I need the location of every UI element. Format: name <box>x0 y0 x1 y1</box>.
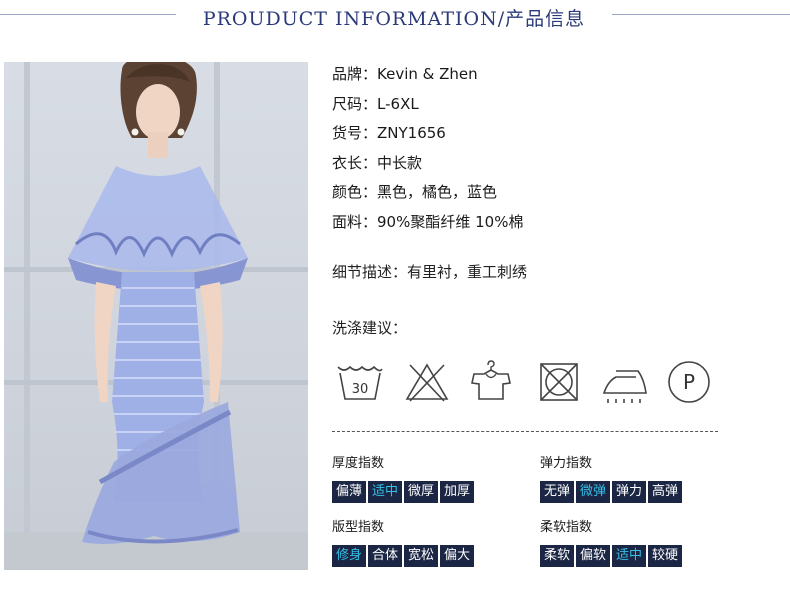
index-option: 加厚 <box>440 481 475 503</box>
info-row-color: 颜色：黑色，橘色，蓝色 <box>332 182 523 212</box>
divider-dashed <box>332 431 718 432</box>
info-label: 衣长： <box>332 153 378 172</box>
fit-index: 版型指数 修身 合体 宽松 偏大 <box>332 520 475 567</box>
care-title: 洗涤建议： <box>332 319 408 337</box>
product-photo <box>4 62 308 570</box>
index-option: 合体 <box>368 545 403 567</box>
info-row-brand: 品牌：Kevin & Zhen <box>332 64 523 94</box>
index-option: 较硬 <box>648 545 683 567</box>
index-label: 柔软指数 <box>540 520 593 535</box>
index-options: 偏薄 适中 微厚 加厚 <box>332 481 475 503</box>
info-label: 面料： <box>332 212 378 231</box>
index-option: 弹力 <box>612 481 647 503</box>
index-label: 版型指数 <box>332 520 385 535</box>
wash-temp-label: 30 <box>352 382 369 397</box>
dry-clean-letter: P <box>683 370 695 394</box>
info-value: Kevin & Zhen <box>377 65 478 83</box>
no-tumble-dry-icon <box>534 357 584 407</box>
detail-description: 细节描述：有里衬，重工刺绣 <box>332 263 528 281</box>
info-value: 中长款 <box>377 153 423 172</box>
no-bleach-icon <box>402 357 452 407</box>
index-option: 无弹 <box>540 481 575 503</box>
dry-clean-p-icon: P <box>664 357 714 407</box>
info-label: 货号： <box>332 124 378 142</box>
index-options: 无弹 微弹 弹力 高弹 <box>540 481 683 503</box>
info-row-length: 衣长：中长款 <box>332 153 523 183</box>
index-option: 高弹 <box>648 481 683 503</box>
section-title: PROUDUCT INFORMATION/产品信息 <box>202 8 586 30</box>
care-icons: 30 P <box>332 357 722 407</box>
thickness-index: 厚度指数 偏薄 适中 微厚 加厚 <box>332 456 475 503</box>
index-label: 厚度指数 <box>332 456 385 471</box>
info-row-fabric: 面料：90%聚酯纤维 10%棉 <box>332 212 523 242</box>
wash-30-icon: 30 <box>334 357 384 407</box>
info-label: 尺码： <box>332 94 378 113</box>
index-option: 微厚 <box>404 481 439 503</box>
index-option: 偏软 <box>576 545 611 567</box>
header-divider-right <box>612 14 790 15</box>
info-row-size: 尺码：L-6XL <box>332 94 523 124</box>
info-label: 颜色： <box>332 183 378 201</box>
info-value: 黑色，橘色，蓝色 <box>377 183 498 201</box>
index-options: 修身 合体 宽松 偏大 <box>332 545 475 567</box>
index-option-selected: 适中 <box>612 545 647 567</box>
softness-index: 柔软指数 柔软 偏软 适中 较硬 <box>540 520 683 567</box>
header-divider-left <box>0 14 176 15</box>
index-option: 偏薄 <box>332 481 367 503</box>
iron-icon <box>600 357 650 407</box>
index-options: 柔软 偏软 适中 较硬 <box>540 545 683 567</box>
index-option: 柔软 <box>540 545 575 567</box>
index-option: 偏大 <box>440 545 475 567</box>
index-option: 宽松 <box>404 545 439 567</box>
index-label: 弹力指数 <box>540 456 593 471</box>
info-label: 品牌： <box>332 65 378 83</box>
index-option-selected: 适中 <box>368 481 403 503</box>
info-value: L-6XL <box>377 94 419 113</box>
section-header: PROUDUCT INFORMATION/产品信息 <box>0 0 790 32</box>
hang-dry-icon <box>466 357 516 407</box>
product-info: 品牌：Kevin & Zhen 尺码：L-6XL 货号：ZNY1656 衣长：中… <box>332 64 523 241</box>
elasticity-index: 弹力指数 无弹 微弹 弹力 高弹 <box>540 456 683 503</box>
index-option-selected: 微弹 <box>576 481 611 503</box>
info-value: 90%聚酯纤维 10%棉 <box>377 212 524 231</box>
info-row-item-number: 货号：ZNY1656 <box>332 123 523 153</box>
info-value: ZNY1656 <box>377 124 446 142</box>
index-option-selected: 修身 <box>332 545 367 567</box>
